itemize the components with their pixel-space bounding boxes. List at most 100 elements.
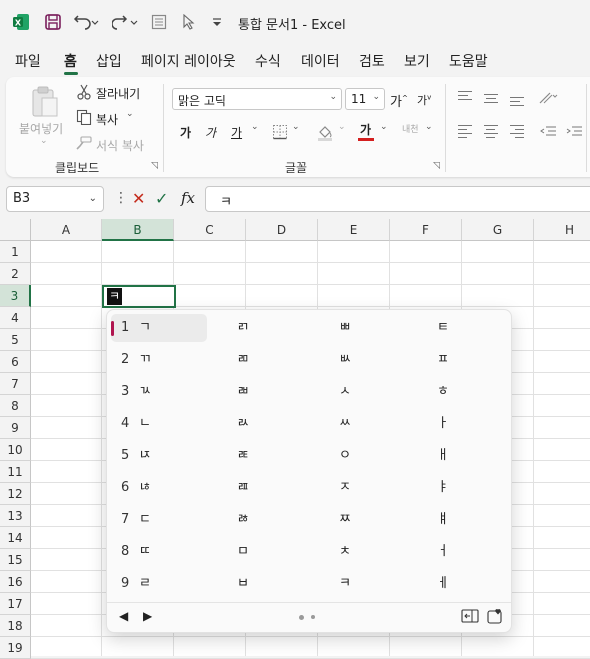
ime-candidate[interactable]: ㅃ (339, 314, 351, 342)
row-header-17[interactable]: 17 (0, 593, 31, 615)
row-header-10[interactable]: 10 (0, 439, 31, 461)
row-header-2[interactable]: 2 (0, 263, 31, 285)
row-header-13[interactable]: 13 (0, 505, 31, 527)
ime-candidate[interactable]: 9ㄹ (121, 570, 151, 598)
next-page-icon[interactable]: ▶ (143, 609, 152, 623)
underline-dropdown-icon[interactable]: ⌄ (251, 122, 259, 132)
border-dropdown-icon[interactable]: ⌄ (292, 122, 300, 132)
column-header-f[interactable]: F (390, 219, 462, 241)
customize-icon[interactable] (209, 11, 225, 33)
ime-candidate[interactable]: ㄻ (237, 346, 249, 374)
excel-icon[interactable]: X (11, 11, 31, 33)
formula-input[interactable]: ㅋ (205, 186, 590, 212)
ime-candidate[interactable]: ㅀ (237, 506, 249, 534)
ime-candidate[interactable]: ㄺ (237, 314, 249, 342)
increase-indent-icon[interactable] (566, 125, 582, 142)
align-top-icon[interactable] (458, 91, 472, 103)
ime-candidate[interactable]: ㅔ (437, 570, 449, 598)
ime-candidate[interactable]: ㅓ (437, 538, 449, 566)
underline-button[interactable]: 가 (231, 124, 242, 141)
ime-candidate[interactable]: ㅁ (237, 538, 249, 566)
ime-candidate[interactable]: ㅂ (237, 570, 249, 598)
column-header-g[interactable]: G (462, 219, 534, 241)
tab-help[interactable]: 도움말 (449, 51, 488, 71)
align-right-icon[interactable] (510, 125, 524, 141)
undo-icon[interactable] (72, 11, 100, 33)
ime-candidate[interactable]: 8ㄸ (121, 538, 151, 566)
ime-candidate[interactable]: ㄾ (237, 442, 249, 470)
row-header-9[interactable]: 9 (0, 417, 31, 439)
bold-button[interactable]: 가 (180, 124, 191, 141)
ime-candidate[interactable]: ㄼ (237, 378, 249, 406)
row-header-16[interactable]: 16 (0, 571, 31, 593)
tab-insert[interactable]: 삽입 (96, 51, 122, 71)
ime-candidate[interactable]: 5ㄵ (121, 442, 151, 470)
scissors-icon[interactable] (77, 84, 91, 103)
column-header-b[interactable]: B (102, 219, 174, 241)
row-header-5[interactable]: 5 (0, 329, 31, 351)
emoji-icon[interactable] (487, 608, 503, 627)
column-header-e[interactable]: E (318, 219, 390, 241)
row-header-1[interactable]: 1 (0, 241, 31, 263)
ime-candidate[interactable]: ㅄ (339, 346, 351, 374)
ime-candidate[interactable]: 6ㄶ (121, 474, 151, 502)
pointer-icon[interactable] (180, 11, 198, 33)
ime-candidate[interactable]: 4ㄴ (121, 410, 151, 438)
align-left-icon[interactable] (458, 125, 472, 141)
row-header-14[interactable]: 14 (0, 527, 31, 549)
ime-candidate[interactable]: 1ㄱ (121, 314, 151, 342)
ime-candidate[interactable]: ㅆ (339, 410, 351, 438)
ime-candidate[interactable]: ㅑ (437, 474, 449, 502)
column-header-d[interactable]: D (246, 219, 318, 241)
copy-dropdown-icon[interactable]: ⌄ (126, 109, 134, 119)
tab-data[interactable]: 데이터 (301, 51, 340, 71)
grow-font-button[interactable]: 가^ (390, 91, 408, 110)
cut-button[interactable]: 잘라내기 (96, 85, 140, 102)
save-icon[interactable] (43, 11, 63, 33)
align-bottom-icon[interactable] (510, 97, 524, 109)
ime-candidate[interactable]: ㄿ (237, 474, 249, 502)
ime-candidate[interactable]: ㅎ (437, 378, 449, 406)
active-cell-b3[interactable]: ㅋ (102, 285, 176, 308)
ime-candidate[interactable]: ㅌ (437, 314, 449, 342)
tab-formulas[interactable]: 수식 (255, 51, 281, 71)
row-header-11[interactable]: 11 (0, 461, 31, 483)
format-painter-button[interactable]: 서식 복사 (96, 137, 144, 154)
select-all-corner[interactable] (0, 219, 31, 241)
column-header-c[interactable]: C (174, 219, 246, 241)
column-header-h[interactable]: H (534, 219, 590, 241)
ime-candidate[interactable]: ㅋ (339, 570, 351, 598)
fill-color-dropdown-icon[interactable]: ⌄ (338, 122, 346, 132)
ime-candidate[interactable]: ㅅ (339, 378, 351, 406)
tab-page-layout[interactable]: 페이지 레이아웃 (141, 51, 236, 71)
align-center-icon[interactable] (484, 125, 498, 141)
copy-icon[interactable] (76, 109, 92, 128)
font-launcher-icon[interactable]: ◹ (433, 161, 440, 171)
row-header-8[interactable]: 8 (0, 395, 31, 417)
decrease-indent-icon[interactable] (540, 125, 556, 142)
form-icon[interactable] (150, 11, 168, 33)
align-middle-icon[interactable] (484, 94, 498, 106)
orientation-icon[interactable] (538, 91, 558, 108)
row-header-18[interactable]: 18 (0, 615, 31, 637)
font-color-dropdown-icon[interactable]: ⌄ (380, 122, 388, 132)
ime-candidate[interactable]: ㅐ (437, 442, 449, 470)
row-header-15[interactable]: 15 (0, 549, 31, 571)
prev-page-icon[interactable]: ◀ (119, 609, 128, 623)
redo-icon[interactable] (111, 11, 139, 33)
ime-candidate[interactable]: ㅍ (437, 346, 449, 374)
ime-candidate[interactable]: ㅉ (339, 506, 351, 534)
copy-button[interactable]: 복사 (96, 111, 118, 128)
phonetic-dropdown-icon[interactable]: ⌄ (425, 122, 433, 132)
row-header-4[interactable]: 4 (0, 307, 31, 329)
cancel-icon[interactable]: ✕ (132, 189, 145, 208)
row-header-3[interactable]: 3 (0, 285, 31, 307)
ime-candidate[interactable]: ㅏ (437, 410, 449, 438)
tab-file[interactable]: 파일 (15, 51, 41, 71)
ime-candidate[interactable]: ㅊ (339, 538, 351, 566)
ime-candidate[interactable]: ㅇ (339, 442, 351, 470)
font-name-dropdown[interactable]: 맑은 고딕 ⌄ (172, 88, 342, 110)
ime-candidate[interactable]: ㄽ (237, 410, 249, 438)
shrink-font-button[interactable]: 가v (417, 92, 431, 108)
row-header-7[interactable]: 7 (0, 373, 31, 395)
